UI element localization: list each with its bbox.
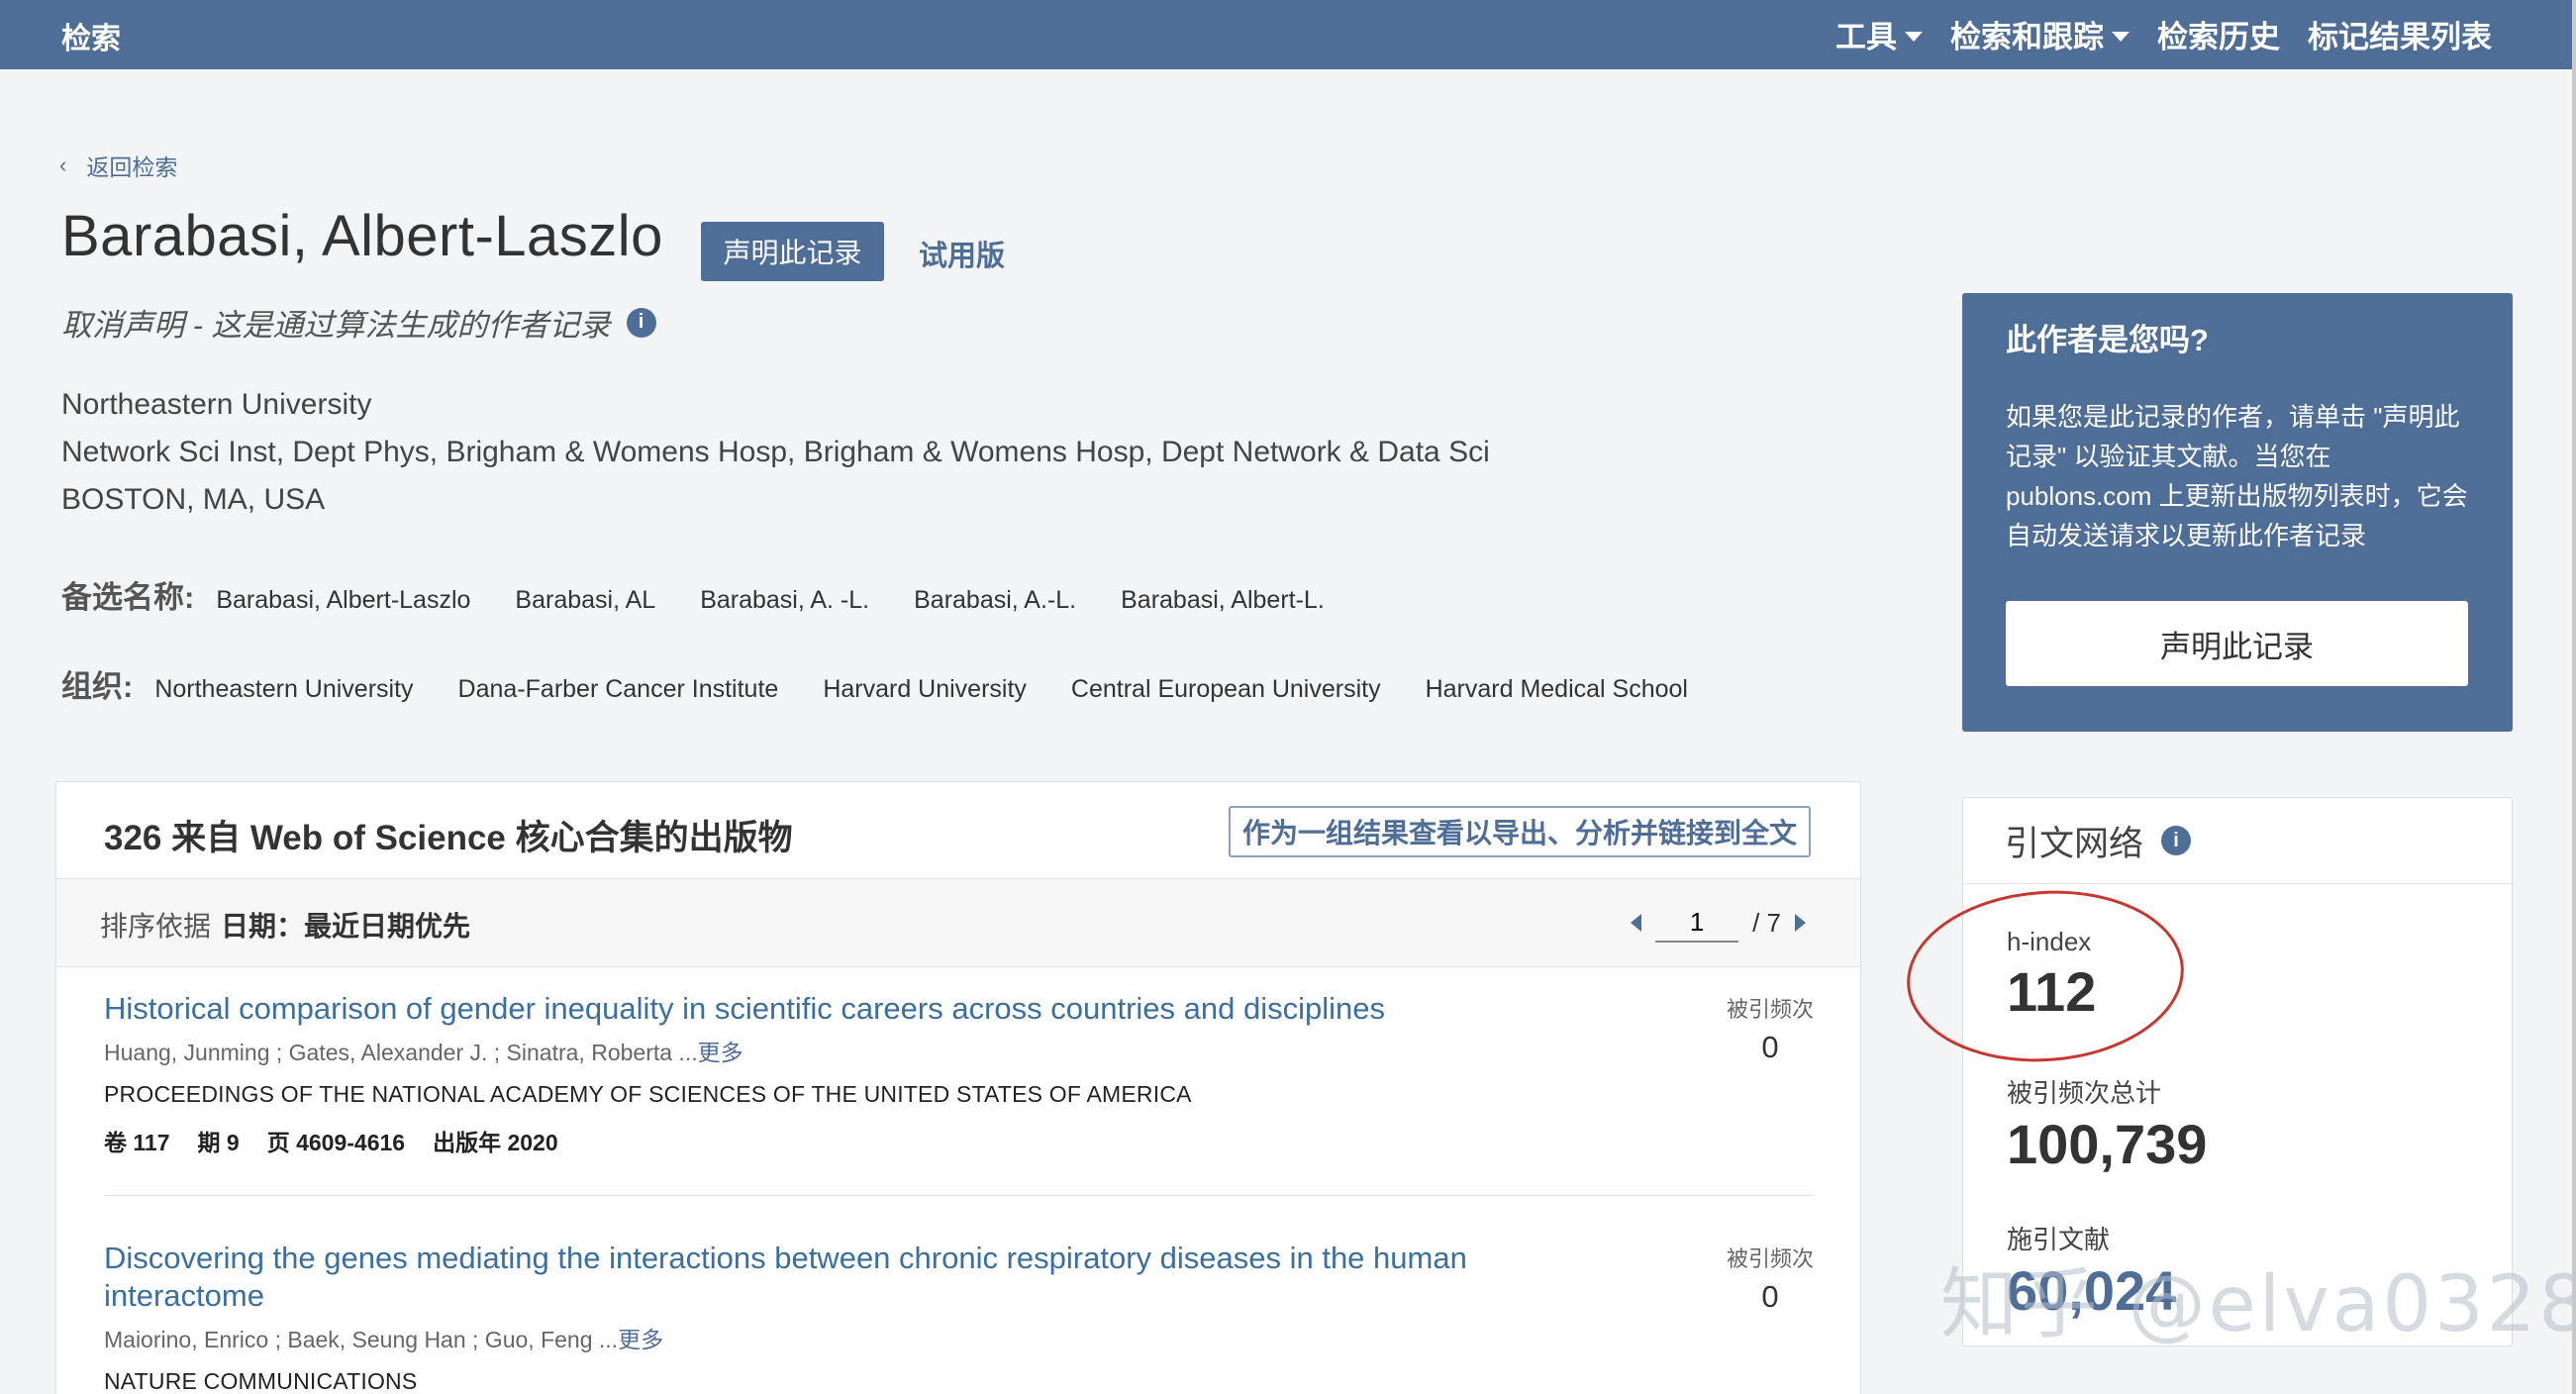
claim-author-panel: 此作者是您吗? 如果您是此记录的作者，请单击 "声明此记录" 以验证其文献。当您… [1962,293,2513,732]
alt-name: Barabasi, A. -L. [700,586,870,614]
page-total: / 7 [1752,907,1781,938]
view-as-result-set-button[interactable]: 作为一组结果查看以导出、分析并链接到全文 [1228,806,1811,857]
publication-record: Historical comparison of gender inequali… [104,990,1815,1157]
authors-text: Maiorino, Enrico ; Baek, Seung Han ; Guo… [104,1327,619,1352]
metric-label: 被引频次总计 [2007,1078,2162,1108]
organization: Central European University [1070,675,1381,703]
times-cited-label: 被引频次 [1726,997,1814,1022]
organization: Dana-Farber Cancer Institute [457,675,779,703]
previous-page-icon[interactable] [1631,914,1642,932]
volume: 卷 117 [104,1130,170,1155]
trial-version-link[interactable]: 试用版 [919,233,1005,274]
next-page-icon[interactable] [1795,914,1806,932]
top-navigation-bar: 检索 工具 检索和跟踪 检索历史 标记结果列表 [0,0,2576,69]
nav-marked-list-label: 标记结果列表 [2308,20,2492,54]
publications-panel: 326 来自 Web of Science 核心合集的出版物 作为一组结果查看以… [55,781,1861,1394]
affiliation-line: Network Sci Inst, Dept Phys, Brigham & W… [61,436,1490,468]
organization: Harvard Medical School [1425,675,1688,703]
nav-search-history-label: 检索历史 [2157,20,2280,54]
sort-value[interactable]: 日期：最近日期优先 [221,905,470,945]
metric-label: h-index [2007,927,2092,956]
more-authors-link[interactable]: 更多 [618,1327,663,1352]
claim-record-button[interactable]: 声明此记录 [701,222,884,281]
alt-name: Barabasi, Albert-Laszlo [216,586,471,614]
metric-value: 112 [2007,960,2097,1023]
claim-panel-title: 此作者是您吗? [2006,323,2209,357]
times-cited-value: 0 [1761,1279,1779,1314]
orgs-label: 组织: [61,669,134,704]
organizations-row: 组织: Northeastern University Dana-Farber … [61,661,1733,706]
organization: Harvard University [823,675,1027,703]
alternate-names-row: 备选名称: Barabasi, Albert-Laszlo Barabasi, … [61,572,1369,617]
publication-journal: NATURE COMMUNICATIONS [104,1368,418,1394]
claim-panel-button[interactable]: 声明此记录 [2006,601,2468,686]
citation-network-header: 引文网络 i [1963,798,2512,884]
search-home-link[interactable]: 检索 [61,14,121,57]
top-nav-menu: 工具 检索和跟踪 检索历史 标记结果列表 [1835,12,2492,56]
metric-value: 100,739 [2007,1113,2208,1175]
pages: 页 4609-4616 [266,1130,406,1155]
publication-title-link[interactable]: Historical comparison of gender inequali… [104,990,1510,1028]
caret-down-icon [1905,31,1923,42]
unclaimed-notice: 取消声明 - 这是通过算法生成的作者记录 i [61,300,656,345]
nav-search-history[interactable]: 检索历史 [2157,12,2280,56]
page-number-input[interactable] [1655,903,1739,943]
times-cited-value: 0 [1761,1030,1779,1064]
pagination: / 7 [1631,903,1806,943]
publication-title-link[interactable]: Discovering the genes mediating the inte… [104,1240,1510,1315]
metric-value[interactable]: 60,024 [2007,1258,2176,1323]
publication-record: Discovering the genes mediating the inte… [104,1240,1815,1394]
times-cited: 被引频次 0 [1726,992,1815,1065]
claim-panel-description: 如果您是此记录的作者，请单击 "声明此记录" 以验证其文献。当您在 publon… [2006,402,2468,550]
nav-search-track-label: 检索和跟踪 [1950,20,2104,54]
info-icon[interactable]: i [626,307,656,338]
nav-tools[interactable]: 工具 [1835,12,1923,56]
publication-meta: 卷 117 期 9 页 4609-4616 出版年 2020 [104,1124,1815,1157]
back-to-search-link[interactable]: ‹ 返回检索 [59,149,177,182]
authors-text: Huang, Junming ; Gates, Alexander J. ; S… [104,1040,698,1065]
affiliation-line: BOSTON, MA, USA [61,483,326,516]
publication-authors: Maiorino, Enrico ; Baek, Seung Han ; Guo… [104,1321,1815,1354]
citation-network-title: 引文网络 [2005,824,2144,863]
times-cited-label: 被引频次 [1726,1246,1814,1271]
author-name: Barabasi, Albert-Laszlo [61,204,663,268]
caret-down-icon [2112,31,2130,42]
publication-journal: PROCEEDINGS OF THE NATIONAL ACADEMY OF S… [104,1081,1192,1107]
citation-network-panel: 引文网络 i h-index 112 被引频次总计 100,739 施引文献 6… [1962,797,2513,1346]
total-citations-metric: 被引频次总计 100,739 [2007,1073,2207,1176]
h-index-metric: h-index 112 [2007,927,2096,1024]
sort-label: 排序依据 [100,911,212,942]
unclaimed-text: 取消声明 - 这是通过算法生成的作者记录 [61,308,611,343]
publication-year: 出版年 2020 [433,1130,558,1155]
alt-name: Barabasi, AL [515,586,656,614]
publications-header: 326 来自 Web of Science 核心合集的出版物 作为一组结果查看以… [56,782,1860,879]
nav-search-and-track[interactable]: 检索和跟踪 [1950,12,2130,56]
citing-articles-metric[interactable]: 施引文献 60,024 [2007,1220,2176,1323]
sort-bar: 排序依据 日期：最近日期优先 / 7 [56,879,1860,967]
metric-label: 施引文献 [2007,1225,2111,1254]
record-divider [104,1195,1815,1196]
alt-name: Barabasi, A.-L. [914,586,1077,614]
nav-tools-label: 工具 [1835,20,1897,54]
affiliation-line: Northeastern University [61,388,372,421]
chevron-left-icon: ‹ [59,152,67,177]
publication-authors: Huang, Junming ; Gates, Alexander J. ; S… [104,1034,1815,1067]
organization: Northeastern University [154,675,414,703]
sort-control[interactable]: 排序依据 日期：最近日期优先 [100,905,470,945]
more-authors-link[interactable]: 更多 [698,1040,743,1065]
nav-marked-list[interactable]: 标记结果列表 [2308,12,2492,56]
info-icon[interactable]: i [2161,826,2192,855]
scrollbar-edge [2572,0,2576,1394]
back-link-label: 返回检索 [86,154,178,180]
times-cited: 被引频次 0 [1726,1242,1815,1315]
alt-name: Barabasi, Albert-L. [1121,586,1325,614]
issue: 期 9 [197,1130,240,1155]
alt-names-label: 备选名称: [61,580,195,615]
publications-count: 326 来自 Web of Science 核心合集的出版物 [104,819,793,857]
